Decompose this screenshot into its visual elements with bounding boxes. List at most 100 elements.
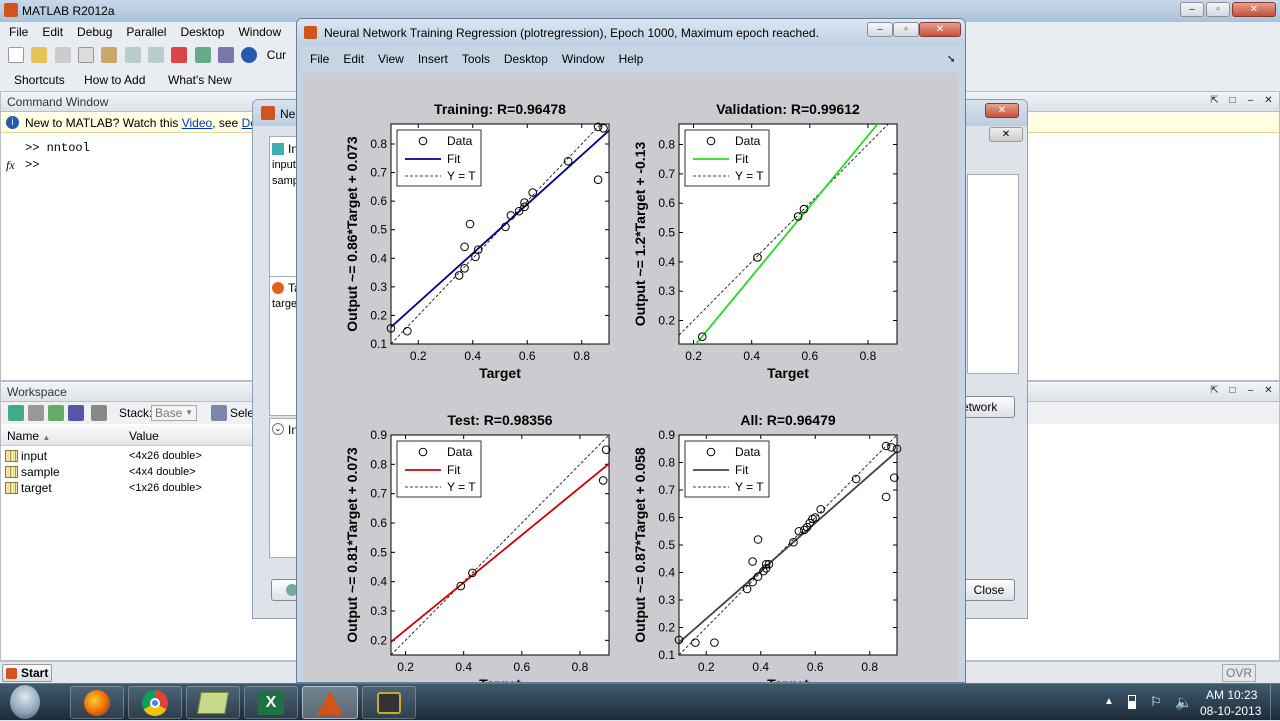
new-variable-icon[interactable]	[8, 405, 24, 421]
profiler-icon[interactable]	[218, 47, 235, 63]
workspace-minimize-icon[interactable]: –	[1245, 385, 1256, 396]
chrome-taskbar-button[interactable]	[128, 686, 182, 719]
close-button[interactable]: ✕	[1232, 2, 1276, 17]
taskbar-date[interactable]: 08-10-2013	[1200, 704, 1261, 718]
close-panel-icon[interactable]: ✕	[1263, 95, 1274, 106]
figure-minimize-button[interactable]: –	[867, 22, 893, 37]
figure-menu-edit[interactable]: Edit	[336, 50, 371, 68]
minimize-panel-icon[interactable]: –	[1245, 95, 1256, 106]
show-desktop-button[interactable]	[1270, 684, 1280, 721]
chrome-icon	[142, 690, 168, 716]
menu-window[interactable]: Window	[231, 23, 288, 41]
whats-new-link[interactable]: What's New	[168, 71, 232, 89]
delete-variable-icon[interactable]	[91, 405, 107, 421]
network-icon[interactable]: ⚐	[1150, 694, 1164, 710]
figure-menu-view[interactable]: View	[371, 50, 411, 68]
figure-menu-help[interactable]: Help	[612, 50, 651, 68]
help-icon[interactable]	[241, 47, 258, 63]
y-tick-label: 0.7	[658, 483, 675, 497]
target-list-item[interactable]: targe	[272, 298, 297, 310]
save-workspace-icon[interactable]	[68, 405, 84, 421]
variable-name: target	[21, 481, 52, 495]
show-hidden-icons[interactable]: ▲	[1104, 696, 1114, 707]
input-list-item[interactable]: input	[272, 159, 296, 171]
shortcuts-bar: Shortcuts How to Add What's New	[0, 71, 300, 89]
input-list-item[interactable]: samp	[272, 175, 299, 187]
figure-menu-window[interactable]: Window	[555, 50, 612, 68]
workspace-row[interactable]: input <4x26 double>	[1, 448, 251, 464]
dock-arrow-icon[interactable]: ➘	[947, 54, 955, 65]
maximize-button[interactable]: ▫	[1206, 2, 1230, 17]
figure-menu-desktop[interactable]: Desktop	[497, 50, 555, 68]
figure-menu-tools[interactable]: Tools	[455, 50, 497, 68]
firefox-taskbar-button[interactable]	[70, 686, 124, 719]
y-tick-label: 0.5	[658, 538, 675, 552]
x-tick-label: 0.4	[743, 349, 760, 363]
figure-menu-insert[interactable]: Insert	[411, 50, 455, 68]
menu-debug[interactable]: Debug	[70, 23, 119, 41]
menu-parallel[interactable]: Parallel	[119, 23, 173, 41]
notes-taskbar-button[interactable]	[186, 686, 240, 719]
matlab-title: MATLAB R2012a	[22, 4, 115, 18]
workspace-close-icon[interactable]: ✕	[1263, 385, 1274, 396]
stack-dropdown[interactable]: Base ▼	[151, 405, 197, 421]
chevron-down-circle-icon[interactable]: ⌄	[272, 423, 284, 435]
x-axis-label: Target	[767, 365, 809, 381]
how-to-add-link[interactable]: How to Add	[84, 71, 145, 89]
battery-icon[interactable]	[1128, 695, 1136, 709]
maximize-panel-icon[interactable]: □	[1227, 95, 1238, 106]
banner-mid: , see	[212, 116, 242, 130]
volume-icon[interactable]: 🔈	[1175, 694, 1192, 711]
video-link[interactable]: Video	[182, 116, 212, 130]
simulink-icon[interactable]	[171, 47, 188, 63]
taskbar-time[interactable]: AM 10:23	[1206, 688, 1257, 702]
workspace-maximize-icon[interactable]: □	[1227, 385, 1238, 396]
stack-label: Stack:	[119, 406, 153, 420]
cut-icon[interactable]	[54, 47, 71, 63]
workspace-row[interactable]: target <1x26 double>	[1, 480, 251, 496]
y-tick-label: 0.5	[370, 223, 387, 237]
command-prompt[interactable]: >>	[25, 158, 39, 172]
new-file-icon[interactable]	[8, 47, 24, 63]
start-orb-icon[interactable]	[10, 685, 40, 719]
figure-close-button[interactable]: ✕	[919, 22, 961, 37]
shortcuts-label[interactable]: Shortcuts	[14, 71, 65, 89]
banner-text: New to MATLAB? Watch this Video, see Dem…	[25, 113, 274, 133]
excel-taskbar-button[interactable]: X	[244, 686, 298, 719]
open-variable-icon[interactable]	[28, 405, 44, 421]
select-label[interactable]: Sele	[230, 402, 254, 424]
x-tick-label: 0.4	[752, 660, 769, 674]
menu-desktop[interactable]: Desktop	[173, 23, 231, 41]
select-data-icon[interactable]	[211, 405, 227, 421]
camera-taskbar-button[interactable]	[362, 686, 416, 719]
nntool-inner-close[interactable]: ✕	[989, 127, 1023, 142]
nntool-right-panel	[967, 174, 1019, 374]
matlab-taskbar-button[interactable]	[302, 686, 358, 719]
y-tick-label: 0.4	[658, 255, 675, 269]
menu-edit[interactable]: Edit	[35, 23, 70, 41]
menu-file[interactable]: File	[2, 23, 35, 41]
open-folder-icon[interactable]	[31, 47, 48, 63]
paste-icon[interactable]	[101, 47, 118, 63]
start-button[interactable]: Start	[2, 664, 52, 682]
undock-icon[interactable]: ⇱	[1209, 95, 1220, 106]
guide-icon[interactable]	[194, 47, 211, 63]
fx-icon[interactable]: fx	[6, 158, 15, 173]
nntool-close-button[interactable]: ✕	[985, 103, 1019, 118]
import-data-icon[interactable]	[48, 405, 64, 421]
workspace-row[interactable]: sample <4x4 double>	[1, 464, 251, 480]
column-name-header[interactable]: Name ▲	[7, 426, 50, 448]
nntool-close-text-button[interactable]: Close	[963, 579, 1015, 601]
workspace-undock-icon[interactable]: ⇱	[1209, 385, 1220, 396]
minimize-button[interactable]: –	[1180, 2, 1204, 17]
x-tick-label: 0.6	[801, 349, 818, 363]
copy-icon[interactable]	[78, 47, 95, 63]
figure-menu-file[interactable]: File	[303, 50, 336, 68]
x-tick-label: 0.2	[397, 660, 414, 674]
figure-maximize-button[interactable]: ▫	[893, 22, 919, 37]
column-value-header[interactable]: Value	[129, 426, 159, 446]
undo-icon[interactable]	[124, 47, 141, 63]
network-button-label: etwork	[962, 400, 998, 414]
y-tick-label: 0.3	[370, 604, 387, 618]
redo-icon[interactable]	[148, 47, 165, 63]
